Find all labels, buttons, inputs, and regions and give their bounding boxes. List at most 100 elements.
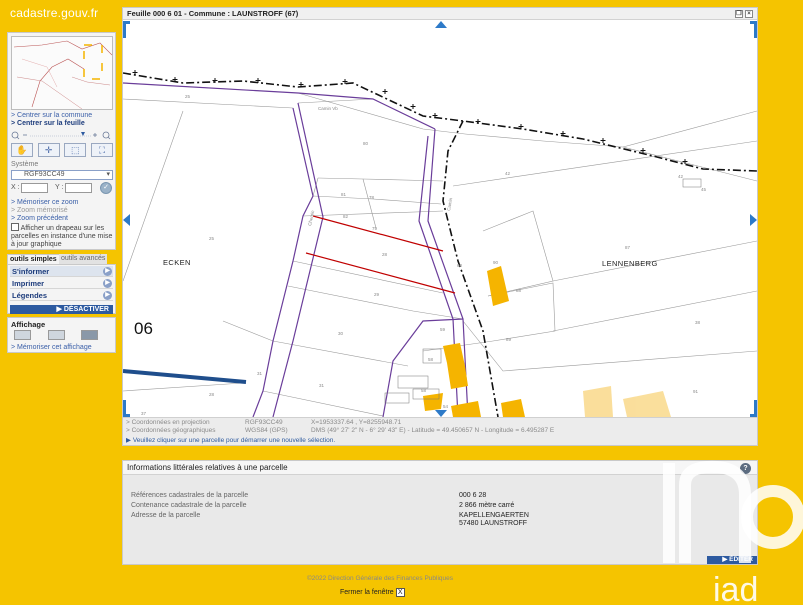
geo-label: > Coordonnées géographiques — [126, 427, 216, 434]
close-window-label: Fermer la fenêtre — [340, 589, 394, 596]
status-message: ▶ Veuillez cliquer sur une parcelle pour… — [126, 436, 335, 444]
window-controls: ❐ × — [735, 10, 753, 18]
svg-text:42: 42 — [505, 171, 511, 176]
system-selected-value: RGF93CC49 — [24, 171, 65, 178]
map-window: Feuille 000 6 01 - Commune : LAUNSTROFF … — [122, 7, 758, 446]
parcel-info-panel: Informations littérales relatives à une … — [122, 460, 758, 565]
svg-text:31: 31 — [257, 371, 263, 376]
system-select[interactable]: RGF93CC49 ▾ — [11, 170, 113, 180]
edit-button-label: ÉDITER — [729, 556, 753, 563]
svg-text:Camin Vb: Camin Vb — [318, 106, 338, 111]
parcel-info-title-text: Informations littérales relatives à une … — [127, 463, 288, 472]
tab-simple-tools[interactable]: outils simples — [7, 254, 60, 264]
y-label: Y : — [55, 184, 64, 191]
print-tool-label: Imprimer — [12, 279, 45, 288]
svg-text:58: 58 — [421, 388, 427, 393]
legend-tool-label: Légendes — [12, 291, 48, 300]
help-icon[interactable]: ? — [740, 463, 751, 474]
svg-text:82: 82 — [343, 214, 349, 219]
svg-text:79: 79 — [372, 226, 378, 231]
memorize-display-link[interactable]: > Mémoriser cet affichage — [11, 344, 92, 351]
play-icon: ▶ — [103, 279, 112, 288]
tab-advanced-tools[interactable]: outils avancés — [59, 254, 108, 264]
svg-text:59: 59 — [440, 327, 446, 332]
projection-label: > Coordonnées en projection — [126, 419, 210, 426]
info-label: Adresse de la parcelle — [131, 512, 201, 519]
status-message-text: Veuillez cliquer sur une parcelle pour d… — [132, 437, 336, 444]
pan-left-icon[interactable] — [123, 214, 130, 226]
pan-hand-icon[interactable]: ✋ — [11, 143, 33, 157]
zoom-slider[interactable] — [11, 130, 113, 140]
info-value: 2 866 mètre carré — [459, 502, 515, 509]
svg-text:42: 42 — [678, 174, 684, 179]
go-button[interactable]: ✓ — [100, 182, 112, 194]
legend-tool[interactable]: Légendes ▶ — [10, 290, 113, 301]
close-icon[interactable]: X — [395, 588, 405, 597]
svg-text:60: 60 — [457, 263, 463, 268]
center-commune-link[interactable]: > Centrer sur la commune — [11, 112, 92, 119]
copyright: ©2022 Direction Générale des Finances Pu… — [306, 575, 454, 582]
geo-value: DMS (49° 27' 2" N - 6° 29' 43" E) - Lati… — [311, 427, 555, 434]
memorized-zoom-link[interactable]: > Zoom mémorisé — [11, 207, 68, 214]
deactivate-button[interactable]: ▶ DÉSACTIVER — [10, 305, 113, 314]
layout-small-icon[interactable] — [14, 330, 31, 340]
corner-marker — [123, 21, 130, 38]
play-icon: ▶ — [126, 437, 133, 444]
previous-zoom-link[interactable]: > Zoom précédent — [11, 215, 68, 222]
svg-text:Chemin: Chemin — [307, 210, 315, 227]
crosshair-icon[interactable]: ✛ — [37, 143, 60, 157]
pan-up-icon[interactable] — [435, 21, 447, 28]
info-label: Références cadastrales de la parcelle — [131, 492, 249, 499]
zoom-extent-icon[interactable]: ⛶ — [90, 143, 113, 157]
pan-down-icon[interactable] — [435, 410, 447, 417]
map-tools: ✋ ✛ ⬚ ⛶ — [11, 143, 113, 159]
x-input[interactable] — [21, 183, 48, 193]
tool-tabs: outils simples outils avancés — [7, 254, 116, 264]
svg-text:88: 88 — [516, 288, 522, 293]
svg-text:58: 58 — [428, 357, 434, 362]
x-label: X : — [11, 184, 20, 191]
print-tool[interactable]: Imprimer ▶ — [10, 278, 113, 289]
flag-checkbox[interactable] — [11, 223, 19, 231]
edit-button[interactable]: ▶ ÉDITER — [707, 556, 757, 564]
simple-tools-panel: S'informer ▶ Imprimer ▶ Légendes ▶ ▶ DÉS… — [7, 264, 116, 314]
corner-marker — [123, 400, 130, 417]
svg-text:28: 28 — [209, 392, 215, 397]
overview-minimap[interactable] — [11, 36, 113, 110]
memorize-zoom-link[interactable]: > Mémoriser ce zoom — [11, 199, 79, 206]
pan-right-icon[interactable] — [750, 214, 757, 226]
inform-tool[interactable]: S'informer ▶ — [10, 266, 113, 277]
svg-text:54: 54 — [443, 404, 449, 409]
info-value: KAPELLENGAERTEN — [459, 512, 529, 519]
map-title: Feuille 000 6 01 - Commune : LAUNSTROFF … — [127, 9, 299, 18]
lennenberg-label: LENNENBERG — [602, 259, 658, 268]
svg-text:30: 30 — [338, 331, 344, 336]
play-icon: ▶ — [56, 306, 64, 313]
site-logo[interactable]: cadastre.gouv.fr — [10, 6, 98, 20]
svg-text:37: 37 — [141, 411, 147, 416]
close-window-link[interactable]: Fermer la fenêtre X — [340, 588, 405, 597]
layout-medium-icon[interactable] — [47, 330, 65, 340]
close-icon[interactable]: × — [745, 10, 753, 18]
flag-checkbox-row[interactable]: Afficher un drapeau sur les parcelles en… — [11, 223, 115, 249]
svg-text:Camin: Camin — [446, 197, 453, 211]
play-icon: ▶ — [103, 267, 112, 276]
display-layout-options — [14, 330, 98, 342]
coordinate-input-row: X : Y : ✓ — [11, 182, 117, 195]
corner-marker — [750, 400, 757, 417]
zoom-box-icon[interactable]: ⬚ — [64, 143, 87, 157]
navigation-panel: > Centrer sur la commune > Centrer sur l… — [7, 32, 116, 250]
restore-icon[interactable]: ❐ — [735, 10, 743, 18]
svg-text:89: 89 — [506, 337, 512, 342]
info-value: 57480 LAUNSTROFF — [459, 520, 528, 527]
layout-large-icon[interactable] — [81, 330, 98, 340]
ecken-label: ECKEN — [163, 258, 191, 267]
y-input[interactable] — [65, 183, 92, 193]
svg-text:25: 25 — [209, 236, 215, 241]
info-value: 000 6 28 — [459, 492, 487, 499]
cadastral-map[interactable]: 25 Camin Vb 80 81 78 82 79 28 29 25 30 3… — [123, 21, 757, 417]
center-sheet-link[interactable]: > Centrer sur la feuille — [11, 120, 85, 127]
svg-text:29: 29 — [374, 292, 380, 297]
svg-text:25: 25 — [185, 94, 191, 99]
svg-text:38: 38 — [695, 320, 701, 325]
